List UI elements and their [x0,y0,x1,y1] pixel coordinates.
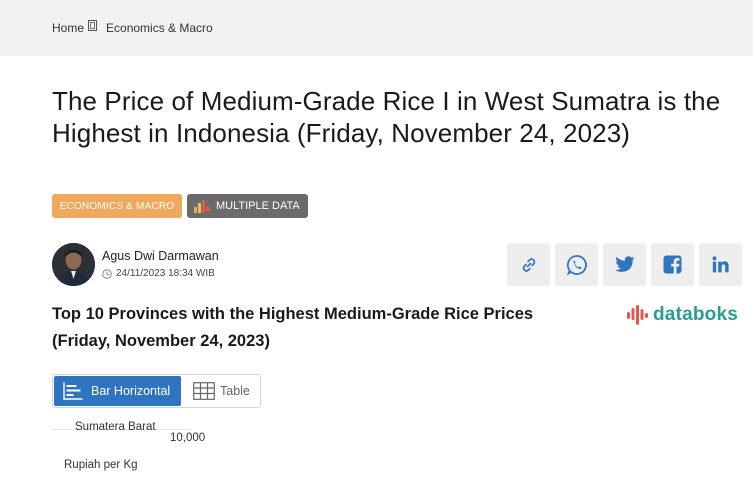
twitter-icon [614,256,634,272]
author-name[interactable]: Agus Dwi Darmawan [102,249,219,263]
copy-link-button[interactable] [507,243,550,286]
bar-horizontal-tab[interactable]: Bar Horizontal [54,376,181,406]
databoks-logo-icon [627,305,648,325]
category-tag[interactable]: ECONOMICS & MACRO [52,194,182,218]
publish-datetime: 24/11/2023 18:34 WIB [116,268,215,279]
author-avatar [52,243,95,286]
chart-category-label: Sumatera Barat [75,421,156,433]
whatsapp-icon [566,254,587,276]
publish-date: 24/11/2023 18:34 WIB [102,268,215,279]
bar-chart-icon [194,200,211,213]
chart-axis-label: Rupiah per Kg [64,459,138,471]
chart-tick-label: 10,000 [170,432,206,444]
chart-title: Top 10 Provinces with the Highest Medium… [52,305,534,350]
multiple-data-tag[interactable]: MULTIPLE DATA [187,194,308,218]
databoks-logo: databoks [626,303,738,327]
facebook-icon [663,255,682,274]
databoks-logo-text: databoks [653,304,739,325]
table-icon [193,382,215,400]
breadcrumb-category[interactable]: Economics & Macro [106,21,213,35]
chart-view-toggle: Bar Horizontal Table [52,374,261,408]
multiple-data-label: MULTIPLE DATA [216,200,300,212]
bar-horizontal-icon [63,382,83,400]
top-bar: Home Economics & Macro [0,0,753,56]
share-facebook-button[interactable] [651,243,694,286]
share-twitter-button[interactable] [603,243,646,286]
bar-horizontal-label: Bar Horizontal [91,384,171,398]
link-icon [522,257,535,272]
table-label: Table [220,384,250,398]
breadcrumb: Home Economics & Macro [52,19,213,35]
share-whatsapp-button[interactable] [555,243,598,286]
breadcrumb-separator-icon [88,19,98,31]
breadcrumb-home[interactable]: Home [52,21,84,35]
share-linkedin-button[interactable] [699,243,742,286]
article-title: The Price of Medium-Grade Rice I in West… [52,86,721,148]
linkedin-icon [712,256,729,273]
clock-icon [102,268,112,279]
table-tab[interactable]: Table [193,376,250,406]
